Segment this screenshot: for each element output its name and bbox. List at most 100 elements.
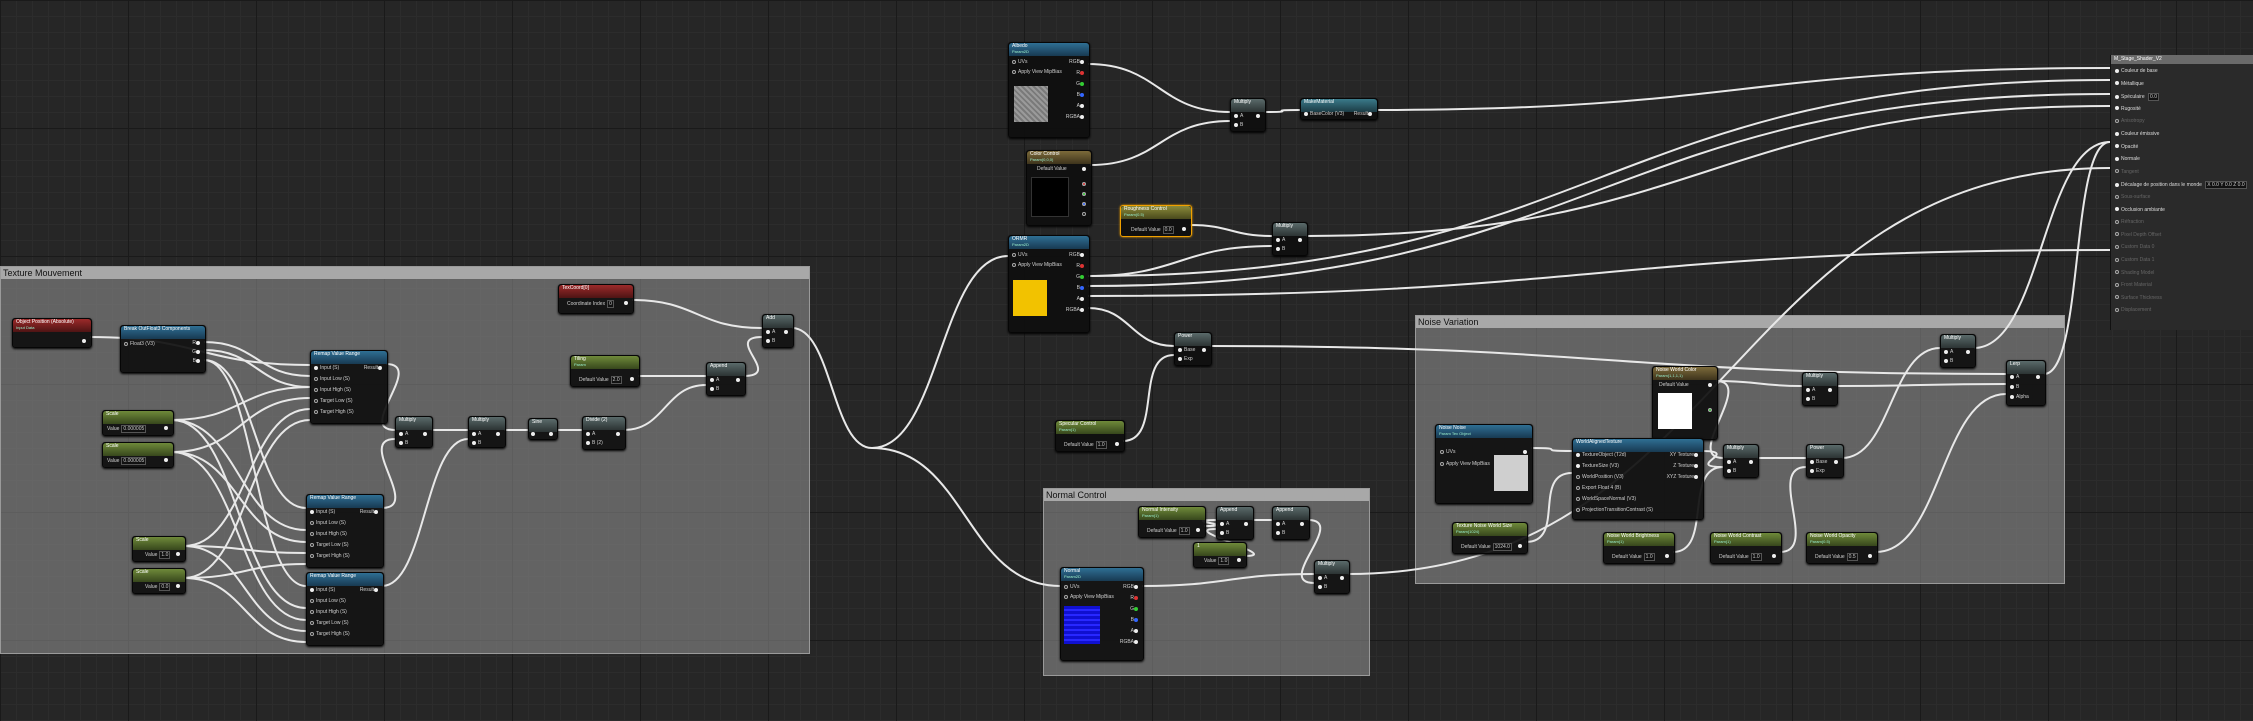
output-pin[interactable]: G (1076, 81, 1086, 87)
texcoord-node[interactable]: TexCoord[0] Coordinate Index 0 (558, 284, 634, 314)
output-pin[interactable] (1834, 459, 1840, 465)
output-pin[interactable] (1518, 543, 1524, 549)
result-input-pin[interactable]: Sous-surface (2115, 194, 2150, 200)
connection-wire[interactable] (1530, 447, 1573, 452)
default-value-field[interactable]: Default Value 0.5 (1815, 553, 1858, 561)
specular-control-node[interactable]: Specular Control Param(1) Default Value 1.… (1055, 420, 1125, 452)
multiply-node-top[interactable]: Multiply A B (1230, 98, 1266, 132)
output-pin[interactable] (1202, 347, 1208, 353)
tiling-node[interactable]: Tiling Param Default Value 2.0 (570, 355, 640, 387)
export-float4-pin[interactable]: Export Float 4 (B) (1576, 485, 1621, 491)
output-pin-g[interactable] (1082, 191, 1088, 197)
result-input-pin[interactable]: Surface Thickness (2115, 295, 2162, 301)
default-value-field[interactable]: Default Value 1.0 (1612, 553, 1655, 561)
multiply-node-orm[interactable]: Multiply A B (1272, 222, 1308, 256)
result-input-pin[interactable]: Custom Data 0 (2115, 244, 2154, 250)
output-pin[interactable] (1244, 521, 1250, 527)
append-node-1[interactable]: Append A B (706, 362, 746, 396)
result-input-pin[interactable]: Occlusion ambiante (2115, 207, 2165, 213)
connection-wire[interactable] (203, 359, 307, 509)
world-position-pin[interactable]: WorldPosition (V3) (1576, 474, 1624, 480)
range-input-pin[interactable]: Input (S) (310, 587, 335, 593)
uvs-pin[interactable]: UVs (1012, 59, 1027, 65)
output-pin-g[interactable]: G (192, 349, 202, 355)
output-pin[interactable] (1196, 527, 1202, 533)
a-input-pin[interactable]: A (710, 377, 719, 383)
result-output-pin[interactable]: Result (360, 587, 380, 593)
a-input-pin[interactable]: A (586, 431, 595, 437)
connection-wire[interactable] (183, 545, 307, 632)
remap-range-node-2[interactable]: Remap Value Range Input (S) Input Low (S)… (306, 494, 384, 568)
world-aligned-texture-node[interactable]: WorldAlignedTexture TextureObject (T2d) … (1572, 438, 1704, 520)
connection-wire[interactable] (743, 336, 763, 377)
normal-intensity-node[interactable]: Normal Intensity Param(1) Default Value 1.… (1138, 506, 1206, 538)
connection-wire[interactable] (1779, 466, 1807, 553)
output-pin[interactable] (624, 300, 630, 306)
apply-view-mipbias-pin[interactable]: Apply View MipBias (1012, 69, 1062, 75)
result-input-pin[interactable]: Rugosité (2115, 106, 2141, 112)
range-input-pin[interactable]: Target High (S) (314, 409, 354, 415)
scalar-node-b[interactable]: Scale Value 0.000005 (102, 442, 174, 468)
a-input-pin[interactable]: A (1806, 387, 1815, 393)
a-input-pin[interactable]: Base (1178, 347, 1195, 353)
scalar-node-a[interactable]: Scale Value 0.000005 (102, 410, 174, 436)
output-pin[interactable]: A (1077, 103, 1086, 109)
result-input-pin[interactable]: Anisotropy (2115, 118, 2145, 124)
append-normal-node-1[interactable]: Append A B (1216, 506, 1254, 540)
connection-wire[interactable] (1087, 245, 1273, 277)
result-output-pin[interactable]: Result (360, 509, 380, 515)
uvs-pin[interactable]: UVs (1064, 584, 1079, 590)
output-pin[interactable]: B (1131, 617, 1140, 623)
output-pin[interactable] (1115, 441, 1121, 447)
orm-texture-node[interactable]: ORMR Param2D UVs Apply View MipBias RGB R G B A… (1008, 235, 1090, 333)
connection-wire[interactable] (1089, 120, 1231, 166)
b-input-pin[interactable]: B (1727, 468, 1736, 474)
a-input-pin[interactable]: A (399, 431, 408, 437)
result-input-pin[interactable]: Tangent (2115, 169, 2139, 175)
result-input-pin[interactable]: Couleur émissive (2115, 131, 2159, 137)
connection-wire[interactable] (871, 255, 1009, 449)
uvs-pin[interactable]: UVs (1440, 449, 1455, 455)
multiply-normal-node[interactable]: Multiply A B (1314, 560, 1350, 594)
make-material-node[interactable]: MakeMaterial BaseColor (V3) Result (1300, 98, 1378, 120)
output-pin[interactable] (82, 338, 88, 344)
divide-node[interactable]: Divide (2) A B (2) (582, 416, 626, 450)
range-input-pin[interactable]: Target High (S) (310, 553, 350, 559)
b-input-pin[interactable]: B (710, 386, 719, 392)
connection-wire[interactable] (1715, 380, 1803, 387)
output-pin[interactable] (1749, 459, 1755, 465)
connection-wire[interactable] (1122, 354, 1175, 442)
result-input-pin[interactable]: Front Material (2115, 282, 2152, 288)
multiply-noise-node-3[interactable]: Multiply A B (1940, 334, 1976, 368)
output-pin[interactable]: R (1076, 70, 1086, 76)
range-input-pin[interactable]: Target Low (S) (310, 620, 349, 626)
power-node[interactable]: Power Base Exp (1174, 332, 1212, 366)
output-pin[interactable] (1298, 237, 1304, 243)
connection-wire[interactable] (1875, 393, 2007, 553)
output-pin[interactable]: A (1131, 628, 1140, 634)
default-value-field[interactable]: Default Value 2.0 (579, 376, 622, 384)
xyz-texture-output[interactable]: XYZ Texture (1667, 474, 1700, 480)
scalar-node-c[interactable]: Scale Value 1.0 (132, 536, 186, 562)
a-input-pin[interactable]: A (1944, 349, 1953, 355)
output-pin-rgb[interactable] (1708, 382, 1714, 388)
result-input-pin[interactable]: Couleur de base (2115, 68, 2158, 74)
a-input-pin[interactable]: A (1318, 575, 1327, 581)
basecolor-input-pin[interactable]: BaseColor (V3) (1304, 111, 1344, 117)
a-input-pin[interactable]: Base (1810, 459, 1827, 465)
range-input-pin[interactable]: Input High (S) (310, 609, 347, 615)
connection-wire[interactable] (171, 451, 307, 621)
output-pin[interactable] (496, 431, 502, 437)
default-value-field[interactable]: Default Value 0.0 (1131, 226, 1174, 234)
connection-wire[interactable] (1209, 345, 2007, 375)
connection-wire[interactable] (381, 438, 469, 587)
noise-world-color-node[interactable]: Noise World Color Param(1,1,1,1) Default … (1652, 366, 1718, 440)
connection-wire[interactable] (1141, 573, 1315, 587)
output-pin[interactable] (736, 377, 742, 383)
range-input-pin[interactable]: Input High (S) (310, 531, 347, 537)
connection-wire[interactable] (203, 341, 311, 377)
input-pin[interactable] (531, 431, 537, 437)
roughness-control-node[interactable]: Roughness Control Param(0.5) Default Valu… (1120, 205, 1192, 237)
output-pin[interactable] (1828, 387, 1834, 393)
output-pin[interactable] (630, 376, 636, 382)
